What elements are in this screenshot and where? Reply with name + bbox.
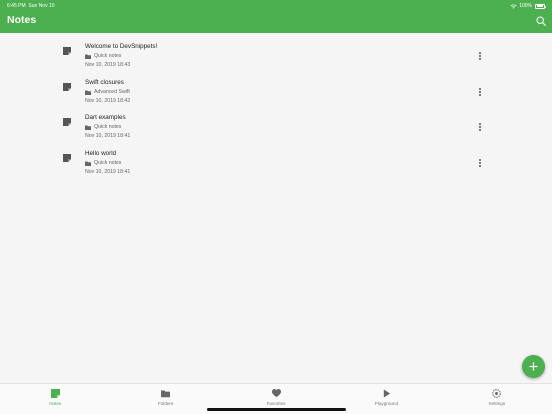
folder-icon — [85, 54, 91, 59]
more-options-icon[interactable] — [477, 122, 483, 132]
note-item[interactable]: Hello world Quick notes Nov 10, 2019 18:… — [0, 145, 552, 180]
battery-icon — [535, 3, 546, 9]
page-title: Notes — [7, 14, 37, 26]
tab-label: Settings — [488, 401, 506, 406]
tab-settings[interactable]: Settings — [442, 384, 552, 414]
note-item[interactable]: Welcome to DevSnippets! Quick notes Nov … — [0, 38, 552, 73]
wifi-icon — [510, 3, 517, 9]
note-folder-name: Advanced Swift — [94, 89, 130, 95]
tab-label: Playground — [374, 401, 399, 406]
gear-icon — [492, 389, 502, 398]
note-folder: Advanced Swift — [85, 89, 130, 95]
plus-icon — [529, 362, 538, 371]
tab-notes[interactable]: Notes — [0, 384, 110, 414]
note-title: Hello world — [85, 150, 117, 157]
note-icon — [63, 83, 71, 91]
note-item[interactable]: Swift closures Advanced Swift Nov 10, 20… — [0, 74, 552, 109]
battery-percent: 100% — [519, 3, 532, 9]
note-folder: Quick notes — [85, 124, 121, 130]
play-icon — [383, 389, 391, 398]
note-icon — [63, 154, 71, 162]
tab-label: Favorites — [266, 401, 286, 406]
tab-label: Folders — [157, 401, 174, 406]
folder-icon — [85, 90, 91, 95]
note-title: Swift closures — [85, 79, 124, 86]
search-icon[interactable] — [536, 16, 546, 26]
note-date: Nov 10, 2019 18:43 — [85, 62, 131, 68]
tab-folders[interactable]: Folders — [110, 384, 220, 414]
note-folder-name: Quick notes — [94, 160, 122, 166]
add-note-button[interactable] — [522, 355, 545, 378]
status-indicators: 100% — [510, 3, 546, 9]
tab-label: Notes — [49, 401, 62, 406]
note-icon — [63, 118, 71, 126]
home-indicator — [207, 408, 346, 411]
note-title: Welcome to DevSnippets! — [85, 43, 158, 50]
status-date: Sun Nov 10 — [28, 3, 55, 9]
note-folder-name: Quick notes — [94, 124, 122, 130]
note-date: Nov 10, 2019 18:41 — [85, 133, 131, 139]
status-time: 6:45 PM — [7, 3, 26, 9]
note-folder: Quick notes — [85, 53, 121, 59]
more-options-icon[interactable] — [477, 51, 483, 61]
note-item[interactable]: Dart examples Quick notes Nov 10, 2019 1… — [0, 109, 552, 144]
more-options-icon[interactable] — [477, 158, 483, 168]
status-time-date: 6:45 PM Sun Nov 10 — [7, 3, 55, 9]
folder-icon — [85, 161, 91, 166]
note-folder: Quick notes — [85, 160, 121, 166]
notes-icon — [50, 389, 60, 398]
note-date: Nov 10, 2019 18:41 — [85, 169, 131, 175]
note-folder-name: Quick notes — [94, 53, 122, 59]
folder-icon — [85, 125, 91, 130]
note-title: Dart examples — [85, 114, 126, 121]
note-icon — [63, 47, 71, 55]
app-bar: 6:45 PM Sun Nov 10 100% Notes — [0, 0, 552, 33]
heart-icon — [271, 389, 281, 398]
note-date: Nov 10, 2019 18:42 — [85, 98, 131, 104]
status-bar: 6:45 PM Sun Nov 10 100% — [7, 2, 546, 10]
folder-icon — [161, 390, 171, 398]
tab-playground[interactable]: Playground — [331, 384, 441, 414]
more-options-icon[interactable] — [477, 87, 483, 97]
